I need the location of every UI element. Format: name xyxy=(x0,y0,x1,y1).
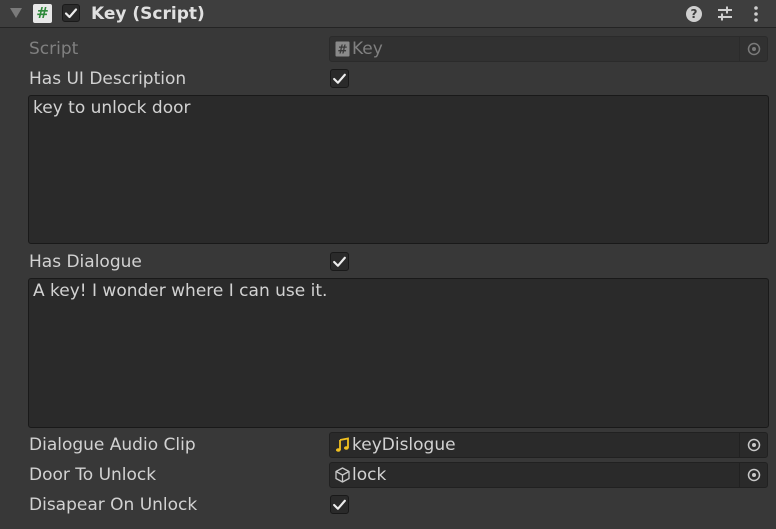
script-label: Script xyxy=(29,39,79,59)
checkmark-icon xyxy=(333,256,346,267)
door-to-unlock-label: Door To Unlock xyxy=(29,465,157,485)
disapear-on-unlock-checkbox[interactable] xyxy=(330,495,349,514)
dialogue-audio-clip-label: Dialogue Audio Clip xyxy=(29,435,196,455)
dialogue-audio-clip-value: keyDislogue xyxy=(352,435,456,455)
component-title: Key (Script) xyxy=(91,4,205,24)
object-picker-button[interactable] xyxy=(739,463,767,487)
svg-text:#: # xyxy=(337,43,347,57)
has-dialogue-label: Has Dialogue xyxy=(29,252,142,272)
has-dialogue-checkbox[interactable] xyxy=(330,252,349,271)
target-icon xyxy=(747,468,760,482)
cs-script-icon: # xyxy=(335,41,350,57)
object-picker-button[interactable] xyxy=(739,433,767,457)
dialogue-textarea[interactable]: A key! I wonder where I can use it. xyxy=(28,278,769,428)
checkmark-icon xyxy=(333,499,346,510)
component-header[interactable]: # Key (Script) ? xyxy=(0,0,776,28)
cube-icon xyxy=(335,467,350,483)
dialogue-text: A key! I wonder where I can use it. xyxy=(33,281,328,301)
script-value: Key xyxy=(352,39,383,59)
object-picker-button xyxy=(739,37,767,61)
script-field: # Key xyxy=(329,36,768,62)
ui-description-text: key to unlock door xyxy=(33,98,191,118)
has-ui-description-checkbox[interactable] xyxy=(330,69,349,88)
disapear-on-unlock-label: Disapear On Unlock xyxy=(29,495,198,515)
has-ui-description-label: Has UI Description xyxy=(29,69,187,89)
foldout-arrow-icon[interactable] xyxy=(10,8,22,18)
door-to-unlock-field[interactable]: lock xyxy=(329,462,768,488)
kebab-menu-icon[interactable] xyxy=(748,5,766,23)
target-icon xyxy=(747,42,760,56)
component-enabled-checkbox[interactable] xyxy=(62,4,80,22)
dialogue-audio-clip-field[interactable]: keyDislogue xyxy=(329,432,768,458)
help-icon[interactable]: ? xyxy=(686,6,702,22)
cs-script-icon: # xyxy=(33,4,52,23)
checkmark-icon xyxy=(333,73,346,84)
target-icon xyxy=(747,438,760,452)
audio-clip-icon xyxy=(336,437,349,452)
presets-icon[interactable] xyxy=(716,5,734,23)
door-to-unlock-value: lock xyxy=(352,465,387,485)
checkmark-icon xyxy=(64,8,78,19)
ui-description-textarea[interactable]: key to unlock door xyxy=(28,95,769,244)
